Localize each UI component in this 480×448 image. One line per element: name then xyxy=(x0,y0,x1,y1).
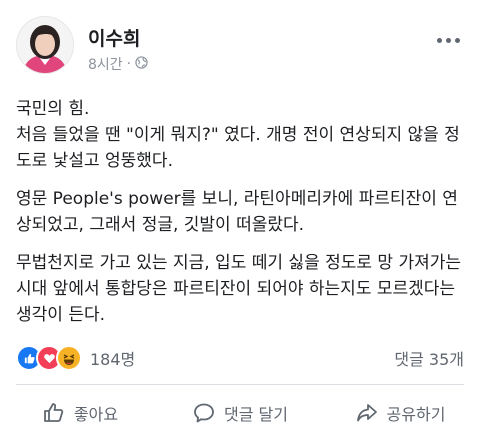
thumbs-up-icon xyxy=(42,401,66,425)
post-meta: 8시간 · xyxy=(88,54,148,74)
share-icon xyxy=(355,401,379,425)
post-time[interactable]: 8시간 xyxy=(88,54,123,74)
action-bar: 좋아요 댓글 달기 공유하기 xyxy=(0,388,480,438)
divider xyxy=(16,384,464,385)
post-paragraph: 영문 People's power를 보니, 라틴아메리카에 파르티잔이 연상되… xyxy=(16,189,458,235)
author-name[interactable]: 이수희 xyxy=(88,24,140,51)
share-button[interactable]: 공유하기 xyxy=(320,388,480,438)
comment-label: 댓글 달기 xyxy=(224,405,288,424)
haha-icon xyxy=(56,345,82,371)
comment-icon xyxy=(192,401,216,425)
reaction-bar: 184명 댓글 35개 xyxy=(16,343,464,373)
comment-count[interactable]: 댓글 35개 xyxy=(394,346,464,370)
reaction-count[interactable]: 184명 xyxy=(90,346,135,370)
reaction-icons[interactable] xyxy=(16,345,82,371)
post-paragraph: 무법천지로 가고 있는 지금, 입도 떼기 싫을 정도로 망 가져가는 시대 앞… xyxy=(16,253,462,325)
dot-separator: · xyxy=(126,56,132,72)
avatar[interactable] xyxy=(16,16,74,74)
share-label: 공유하기 xyxy=(386,405,446,424)
like-label: 좋아요 xyxy=(73,405,119,424)
more-options-icon[interactable] xyxy=(437,38,460,43)
comment-button[interactable]: 댓글 달기 xyxy=(160,388,320,438)
globe-icon xyxy=(135,55,148,73)
post-paragraph: 국민의 힘. 처음 들었을 땐 "이게 뭐지?" 였다. 개명 전이 연상되지 … xyxy=(16,99,460,171)
post-header: 이수희 8시간 · xyxy=(0,0,480,90)
like-button[interactable]: 좋아요 xyxy=(0,388,160,438)
post-body: 국민의 힘. 처음 들었을 땐 "이게 뭐지?" 였다. 개명 전이 연상되지 … xyxy=(16,96,468,340)
